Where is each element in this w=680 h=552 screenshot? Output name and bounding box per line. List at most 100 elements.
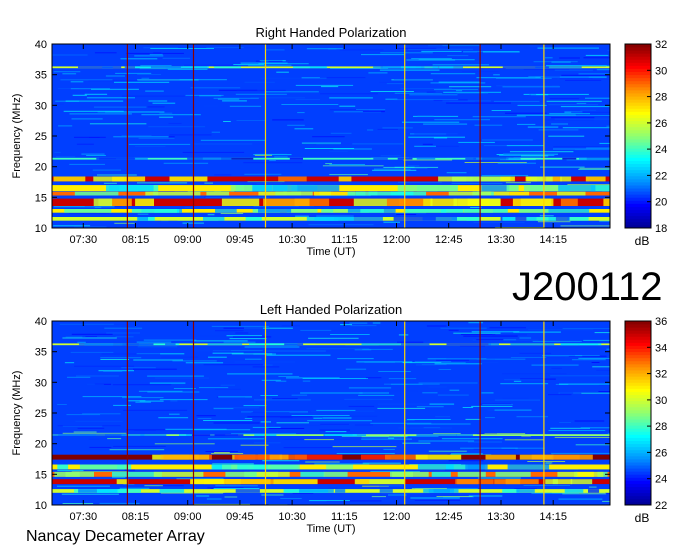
colorbar-segment — [625, 360, 651, 365]
colorbar-segment — [625, 90, 651, 94]
x-tick-label: 09:00 — [174, 511, 202, 523]
x-tick-label: 14:15 — [539, 234, 567, 246]
x-tick-label: 09:45 — [226, 511, 254, 523]
colorbar-segment — [625, 403, 651, 408]
colorbar-segment — [625, 188, 651, 192]
x-tick-label: 12:00 — [383, 511, 411, 523]
colorbar-segment — [625, 342, 651, 346]
colorbar-segment — [625, 419, 651, 423]
observatory-label: Nancay Decameter Array — [26, 528, 205, 545]
colorbar-tick-label: 30 — [655, 395, 667, 407]
colorbar-segment — [625, 483, 651, 487]
colorbar-segment — [625, 480, 651, 484]
colorbar-segment — [625, 50, 651, 54]
colorbar-unit-label: dB — [635, 511, 650, 525]
colorbar-segment — [625, 354, 651, 359]
colorbar-segment — [625, 185, 651, 189]
colorbar-segment — [625, 117, 651, 122]
x-tick-label: 11:15 — [331, 234, 358, 246]
colorbar-segment — [625, 215, 651, 220]
colorbar-segment — [625, 348, 651, 353]
colorbar-tick-label: 22 — [655, 500, 667, 512]
colorbar-tick-label: 20 — [655, 197, 667, 209]
x-tick-label: 08:15 — [122, 511, 150, 523]
y-tick-label: 35 — [35, 70, 47, 82]
colorbar-segment — [625, 437, 651, 441]
x-tick-label: 10:30 — [278, 234, 306, 246]
colorbar-segment — [625, 367, 651, 371]
colorbar-segment — [625, 86, 651, 91]
colorbar-segment — [625, 136, 651, 140]
y-tick-label: 15 — [35, 192, 47, 204]
colorbar-unit-label: dB — [635, 234, 650, 248]
colorbar-segment — [625, 56, 651, 60]
colorbar-segment — [625, 330, 651, 334]
colorbar-segment — [625, 80, 651, 85]
colorbar-segment — [625, 321, 651, 325]
colorbar-tick-label: 30 — [655, 65, 667, 77]
colorbar-segment — [625, 431, 651, 435]
y-axis-label: Frequency (MHz) — [11, 371, 23, 456]
colorbar-segment — [625, 363, 651, 368]
colorbar-segment — [625, 370, 651, 374]
colorbar-segment — [625, 446, 651, 451]
colorbar-segment — [625, 99, 651, 103]
colorbar-segment — [625, 434, 651, 438]
y-tick-label: 10 — [35, 223, 47, 235]
x-axis-label: Time (UT) — [306, 523, 355, 535]
colorbar-segment — [625, 197, 651, 201]
colorbar-segment — [625, 126, 651, 131]
colorbar-segment — [625, 406, 651, 411]
colorbar-segment — [625, 357, 651, 362]
colorbar-segment — [625, 175, 651, 180]
colorbar-tick-label: 32 — [655, 369, 667, 381]
colorbar-tick-label: 32 — [655, 39, 667, 51]
colorbar-segment — [625, 471, 651, 475]
colorbar-tick-label: 26 — [655, 118, 667, 130]
colorbar-segment — [625, 474, 651, 478]
y-tick-label: 20 — [35, 162, 47, 174]
colorbar-segment — [625, 93, 651, 97]
colorbar-segment — [625, 440, 651, 445]
y-tick-label: 30 — [35, 377, 47, 389]
colorbar-segment — [625, 160, 651, 164]
colorbar-segment — [625, 379, 651, 383]
colorbar-segment — [625, 209, 651, 214]
colorbar-segment — [625, 191, 651, 195]
y-tick-label: 35 — [35, 347, 47, 359]
colorbar-tick-label: 22 — [655, 170, 667, 182]
colorbar-segment — [625, 53, 651, 57]
colorbar-tick-label: 28 — [655, 421, 667, 433]
colorbar-tick-label: 36 — [655, 316, 667, 328]
colorbar-tick-label: 34 — [655, 342, 667, 354]
y-tick-label: 40 — [35, 316, 47, 328]
colorbar-segment — [625, 129, 651, 134]
colorbar-segment — [625, 443, 651, 448]
colorbar-segment — [625, 169, 651, 174]
colorbar-segment — [625, 486, 651, 491]
colorbar-segment — [625, 65, 651, 69]
colorbar-segment — [625, 142, 651, 146]
colorbar-tick-label: 24 — [655, 474, 667, 486]
x-tick-label: 07:30 — [70, 234, 98, 246]
x-tick-label: 08:15 — [122, 234, 150, 246]
x-tick-label: 12:45 — [435, 511, 463, 523]
colorbar-segment — [625, 492, 651, 497]
colorbar-segment — [625, 182, 651, 186]
panel-title: Left Handed Polarization — [260, 302, 402, 317]
colorbar-segment — [625, 83, 651, 88]
right-polarization-panel: Right Handed Polarization 07:30 08:15 09:00… — [11, 25, 667, 258]
y-tick-label: 25 — [35, 408, 47, 420]
colorbar-segment — [625, 455, 651, 460]
colorbar-segment — [625, 62, 651, 66]
x-tick-label: 14:15 — [539, 511, 567, 523]
colorbar-segment — [625, 114, 651, 118]
y-tick-label: 40 — [35, 39, 47, 51]
colorbar-segment — [625, 388, 651, 392]
colorbar-segment — [625, 489, 651, 494]
colorbar-segment — [625, 465, 651, 469]
event-code-label: J200112 — [512, 265, 663, 309]
x-tick-label: 12:00 — [383, 234, 411, 246]
colorbar-segment — [625, 428, 651, 432]
colorbar-segment — [625, 157, 651, 161]
